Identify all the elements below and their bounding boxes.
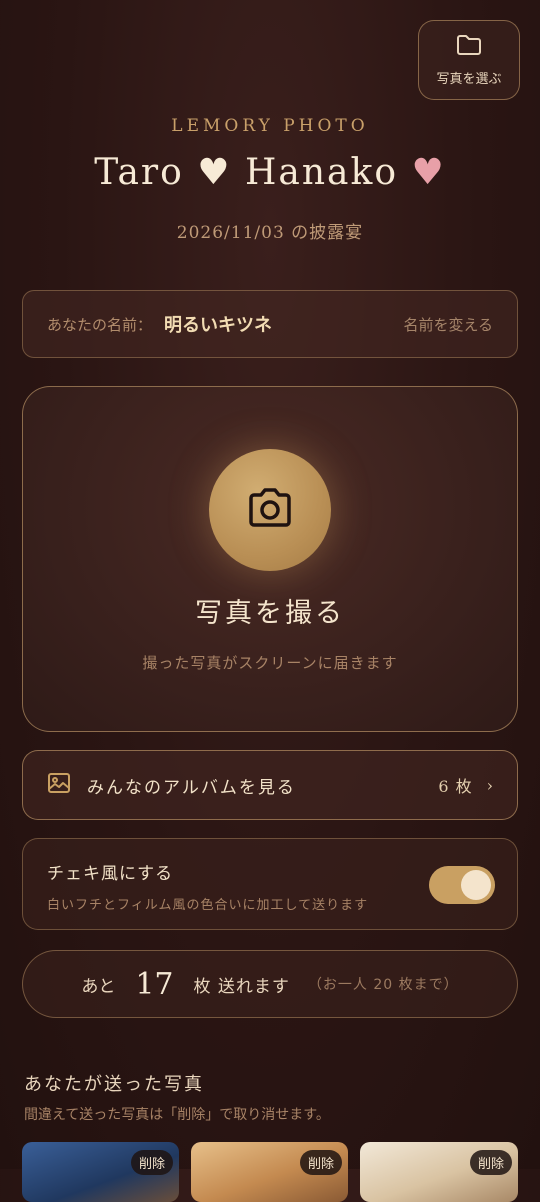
remaining-note: （お一人 20 枚まで） bbox=[307, 977, 459, 993]
remaining-prefix: あと bbox=[81, 976, 116, 997]
delete-button[interactable]: 削除 bbox=[130, 1150, 173, 1175]
remaining-count-pill: あと 17 枚 送れます （お一人 20 枚まで） bbox=[22, 950, 518, 1018]
cheki-toggle[interactable] bbox=[429, 866, 495, 904]
name-label: あなたの名前： bbox=[47, 315, 153, 334]
heart-icon: ♥ bbox=[197, 152, 232, 193]
delete-button[interactable]: 削除 bbox=[299, 1150, 342, 1175]
cheki-setting: チェキ風にする 白いフチとフィルム風の色合いに加工して送ります bbox=[22, 838, 518, 930]
take-photo-button[interactable]: 写真を撮る 撮った写真がスクリーンに届きます bbox=[22, 386, 518, 732]
cheki-title: チェキ風にする bbox=[47, 864, 174, 884]
change-name-button[interactable]: 名前を変える bbox=[403, 314, 493, 335]
take-photo-title: 写真を撮る bbox=[195, 598, 345, 629]
view-album-button[interactable]: みんなのアルバムを見る 6 枚 › bbox=[22, 750, 518, 820]
camera-icon bbox=[247, 488, 293, 532]
sent-photos-title: あなたが送った写真 bbox=[24, 1074, 204, 1095]
take-photo-subtitle: 撮った写真がスクリーンに届きます bbox=[142, 654, 398, 672]
toggle-knob bbox=[461, 870, 491, 900]
sent-photo-thumbnail[interactable]: 削除 bbox=[22, 1142, 179, 1202]
chevron-right-icon: › bbox=[486, 775, 493, 795]
remaining-number: 17 bbox=[135, 966, 174, 1002]
remaining-suffix: 枚 送れます bbox=[193, 976, 290, 997]
name-card: あなたの名前： 明るいキツネ 名前を変える bbox=[22, 290, 518, 358]
folder-icon bbox=[456, 34, 482, 60]
image-icon bbox=[47, 772, 71, 798]
cheki-subtitle: 白いフチとフィルム風の色合いに加工して送ります bbox=[47, 898, 369, 913]
delete-button[interactable]: 削除 bbox=[469, 1150, 512, 1175]
sent-photos-subtitle: 間違えて送った写真は「削除」で取り消せます。 bbox=[24, 1107, 330, 1123]
view-album-label: みんなのアルバムを見る bbox=[87, 777, 296, 798]
event-date: 2026/11/03 の披露宴 bbox=[176, 223, 364, 243]
camera-circle bbox=[209, 449, 331, 571]
sent-photo-thumbnail[interactable]: 削除 bbox=[191, 1142, 348, 1202]
select-photos-button[interactable]: 写真を選ぶ bbox=[418, 20, 520, 100]
sent-photo-thumbnail[interactable]: 削除 bbox=[360, 1142, 518, 1202]
brand-name: LEMORY PHOTO bbox=[171, 116, 369, 136]
album-count: 6 枚 bbox=[438, 777, 473, 796]
pink-heart-icon: ♥ bbox=[411, 152, 446, 193]
groom-name: Taro bbox=[94, 152, 184, 193]
name-value: 明るいキツネ bbox=[164, 315, 273, 336]
couple-names: Taro ♥ Hanako ♥ bbox=[0, 152, 540, 193]
select-photos-label: 写真を選ぶ bbox=[436, 71, 502, 87]
bride-name: Hanako bbox=[245, 152, 398, 193]
